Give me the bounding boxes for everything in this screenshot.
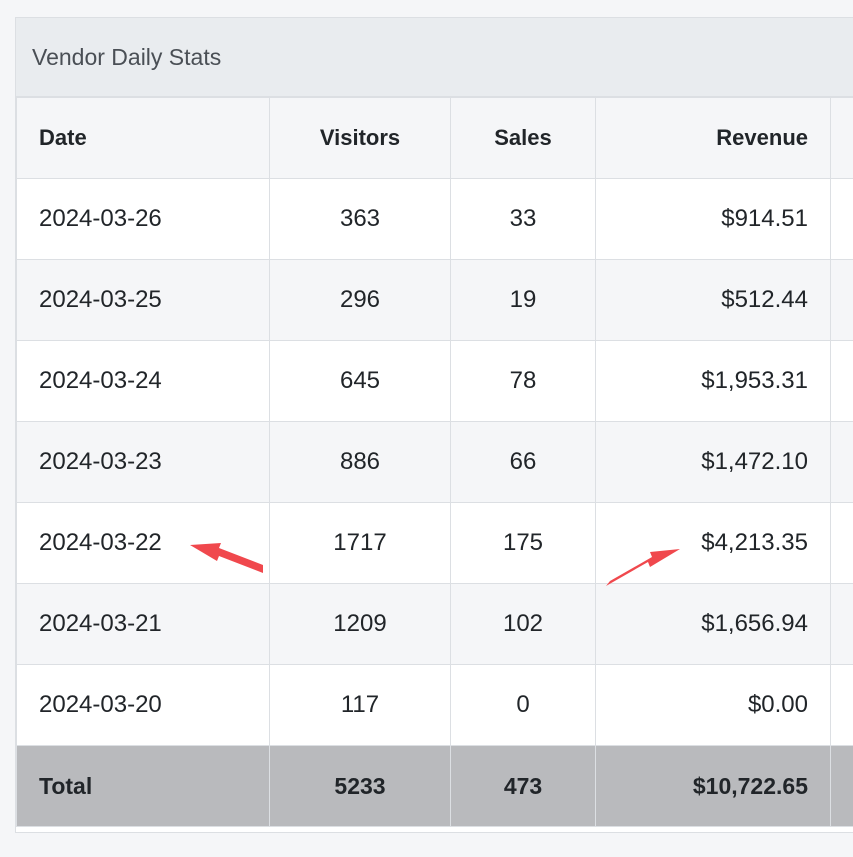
table-row: 2024-03-25 296 19 $512.44	[16, 259, 853, 341]
cell-sales: 66	[450, 421, 596, 503]
cell-visitors: 296	[269, 259, 451, 341]
table-row-highlighted: 2024-03-22 1717 175 $4,213.35	[16, 502, 853, 584]
cell-date: 2024-03-20	[16, 664, 270, 746]
cell-sales: 78	[450, 340, 596, 422]
cell-revenue: $1,953.31	[595, 340, 831, 422]
cell-visitors: 645	[269, 340, 451, 422]
cell-visitors: 1717	[269, 502, 451, 584]
cell-date: 2024-03-24	[16, 340, 270, 422]
total-visitors: 5233	[269, 745, 451, 827]
table-row: 2024-03-26 363 33 $914.51	[16, 178, 853, 260]
cell-date: 2024-03-21	[16, 583, 270, 665]
cell-revenue: $1,472.10	[595, 421, 831, 503]
cell-visitors: 363	[269, 178, 451, 260]
cell-extra	[830, 583, 853, 665]
cell-sales: 175	[450, 502, 596, 584]
cell-visitors: 886	[269, 421, 451, 503]
total-label: Total	[16, 745, 270, 827]
column-header-visitors[interactable]: Visitors	[269, 97, 451, 179]
cell-extra	[830, 259, 853, 341]
column-header-revenue[interactable]: Revenue	[595, 97, 831, 179]
total-extra	[830, 745, 853, 827]
vendor-stats-panel: Vendor Daily Stats Date Visitors Sales R…	[15, 17, 853, 833]
cell-visitors: 117	[269, 664, 451, 746]
cell-extra	[830, 421, 853, 503]
cell-revenue: $914.51	[595, 178, 831, 260]
cell-date: 2024-03-26	[16, 178, 270, 260]
cell-date: 2024-03-22	[16, 502, 270, 584]
cell-sales: 102	[450, 583, 596, 665]
cell-revenue: $512.44	[595, 259, 831, 341]
cell-extra	[830, 502, 853, 584]
table-row: 2024-03-21 1209 102 $1,656.94	[16, 583, 853, 665]
cell-date: 2024-03-23	[16, 421, 270, 503]
column-header-sales[interactable]: Sales	[450, 97, 596, 179]
total-revenue: $10,722.65	[595, 745, 831, 827]
table-row: 2024-03-20 117 0 $0.00	[16, 664, 853, 746]
column-header-extra	[830, 97, 853, 179]
table-row: 2024-03-24 645 78 $1,953.31	[16, 340, 853, 422]
cell-revenue: $0.00	[595, 664, 831, 746]
cell-revenue: $4,213.35	[595, 502, 831, 584]
total-row: Total 5233 473 $10,722.65	[16, 745, 853, 827]
cell-sales: 19	[450, 259, 596, 341]
cell-extra	[830, 178, 853, 260]
table-row: 2024-03-23 886 66 $1,472.10	[16, 421, 853, 503]
vendor-stats-table: Date Visitors Sales Revenue 2024-03-26 3…	[16, 97, 853, 827]
cell-revenue: $1,656.94	[595, 583, 831, 665]
column-header-date[interactable]: Date	[16, 97, 270, 179]
total-sales: 473	[450, 745, 596, 827]
cell-extra	[830, 664, 853, 746]
panel-title: Vendor Daily Stats	[16, 18, 853, 97]
table-header-row: Date Visitors Sales Revenue	[16, 97, 853, 179]
cell-date: 2024-03-25	[16, 259, 270, 341]
cell-sales: 33	[450, 178, 596, 260]
cell-sales: 0	[450, 664, 596, 746]
cell-extra	[830, 340, 853, 422]
cell-visitors: 1209	[269, 583, 451, 665]
